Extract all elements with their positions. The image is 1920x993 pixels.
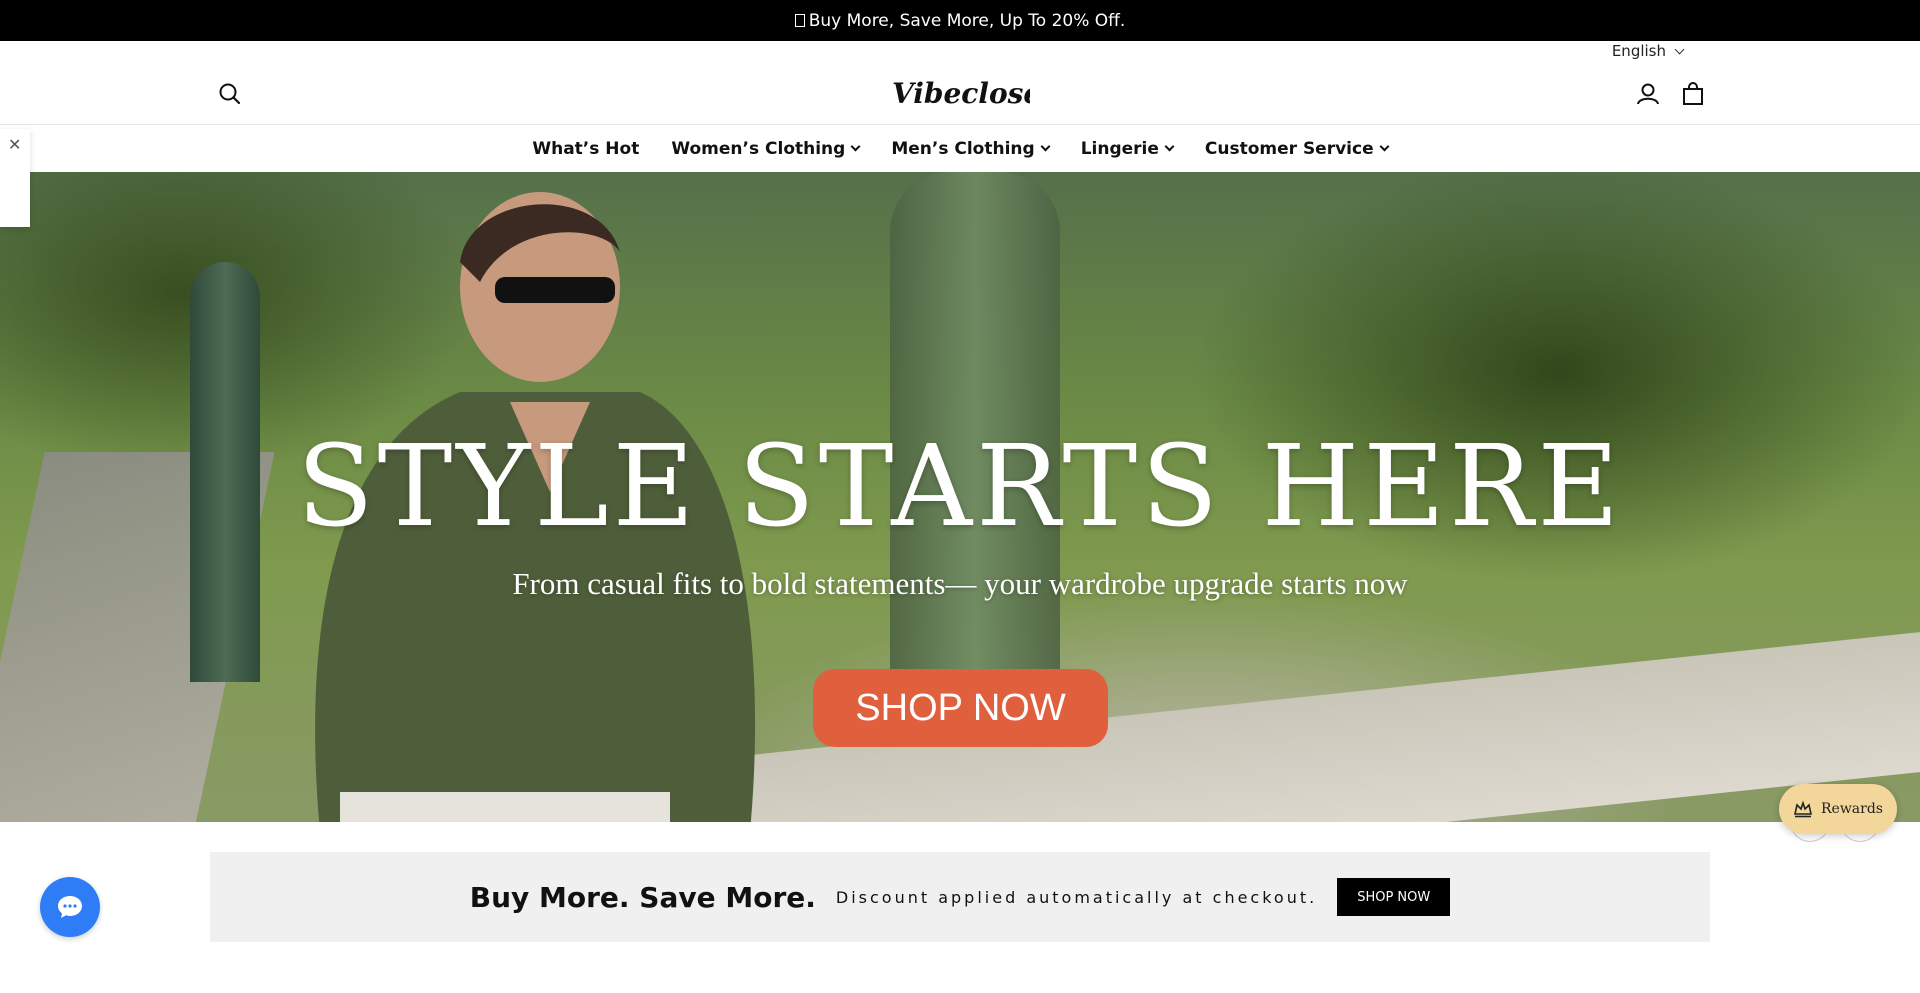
nav-item-label: Customer Service <box>1204 138 1374 159</box>
chat-button[interactable] <box>40 877 100 937</box>
nav-item-lingerie[interactable]: Lingerie <box>1080 138 1175 159</box>
nav-item-mens-clothing[interactable]: Men’s Clothing <box>891 138 1051 159</box>
language-selector[interactable]: English <box>1611 41 1685 61</box>
close-icon[interactable]: ✕ <box>8 137 21 153</box>
announcement-bar: Buy More, Save More, Up To 20% Off. <box>0 0 1920 41</box>
search-icon[interactable] <box>216 80 244 108</box>
hero-title: STYLE STARTS HERE <box>296 422 1624 552</box>
nav-item-womens-clothing[interactable]: Women’s Clothing <box>671 138 861 159</box>
nav-item-label: Women’s Clothing <box>671 138 846 159</box>
nav-item-label: What’s Hot <box>532 138 640 159</box>
account-icon[interactable] <box>1634 80 1662 108</box>
main-nav: What’s Hot Women’s Clothing Men’s Clothi… <box>0 125 1920 172</box>
rewards-label: Rewards <box>1821 801 1883 817</box>
promo-banner: Buy More. Save More. Discount applied au… <box>210 852 1710 942</box>
chevron-down-icon <box>1674 44 1685 54</box>
nav-item-customer-service[interactable]: Customer Service <box>1204 138 1390 159</box>
side-popup-tab[interactable]: ✕ <box>0 129 30 227</box>
chevron-down-icon <box>1040 141 1051 152</box>
chevron-down-icon <box>1379 141 1390 152</box>
cart-icon[interactable] <box>1679 80 1707 108</box>
hero-shop-now-button[interactable]: SHOP NOW <box>813 669 1108 747</box>
hero-subtitle: From casual fits to bold statements— you… <box>512 566 1408 601</box>
chevron-down-icon <box>850 141 861 152</box>
language-label: English <box>1611 42 1666 60</box>
nav-item-label: Men’s Clothing <box>891 138 1035 159</box>
promo-text: Discount applied automatically at checko… <box>835 887 1318 907</box>
promo-title: Buy More. Save More. <box>469 880 816 914</box>
chat-icon <box>58 896 82 918</box>
crown-icon <box>1794 800 1812 818</box>
site-logo[interactable]: Vibecloset <box>890 73 1054 113</box>
rewards-button[interactable]: Rewards <box>1779 784 1897 834</box>
chevron-down-icon <box>1164 141 1175 152</box>
hero-banner[interactable]: STYLE STARTS HERE From casual fits to bo… <box>0 172 1920 822</box>
gift-icon <box>794 14 805 27</box>
nav-item-whats-hot[interactable]: What’s Hot <box>532 139 639 159</box>
announcement-text: Buy More, Save More, Up To 20% Off. <box>808 10 1126 31</box>
logo-text: Vibecloset <box>892 77 1030 110</box>
site-header: English Vibecloset <box>0 41 1920 125</box>
promo-shop-now-button[interactable]: SHOP NOW <box>1337 878 1451 916</box>
nav-item-label: Lingerie <box>1080 138 1159 159</box>
